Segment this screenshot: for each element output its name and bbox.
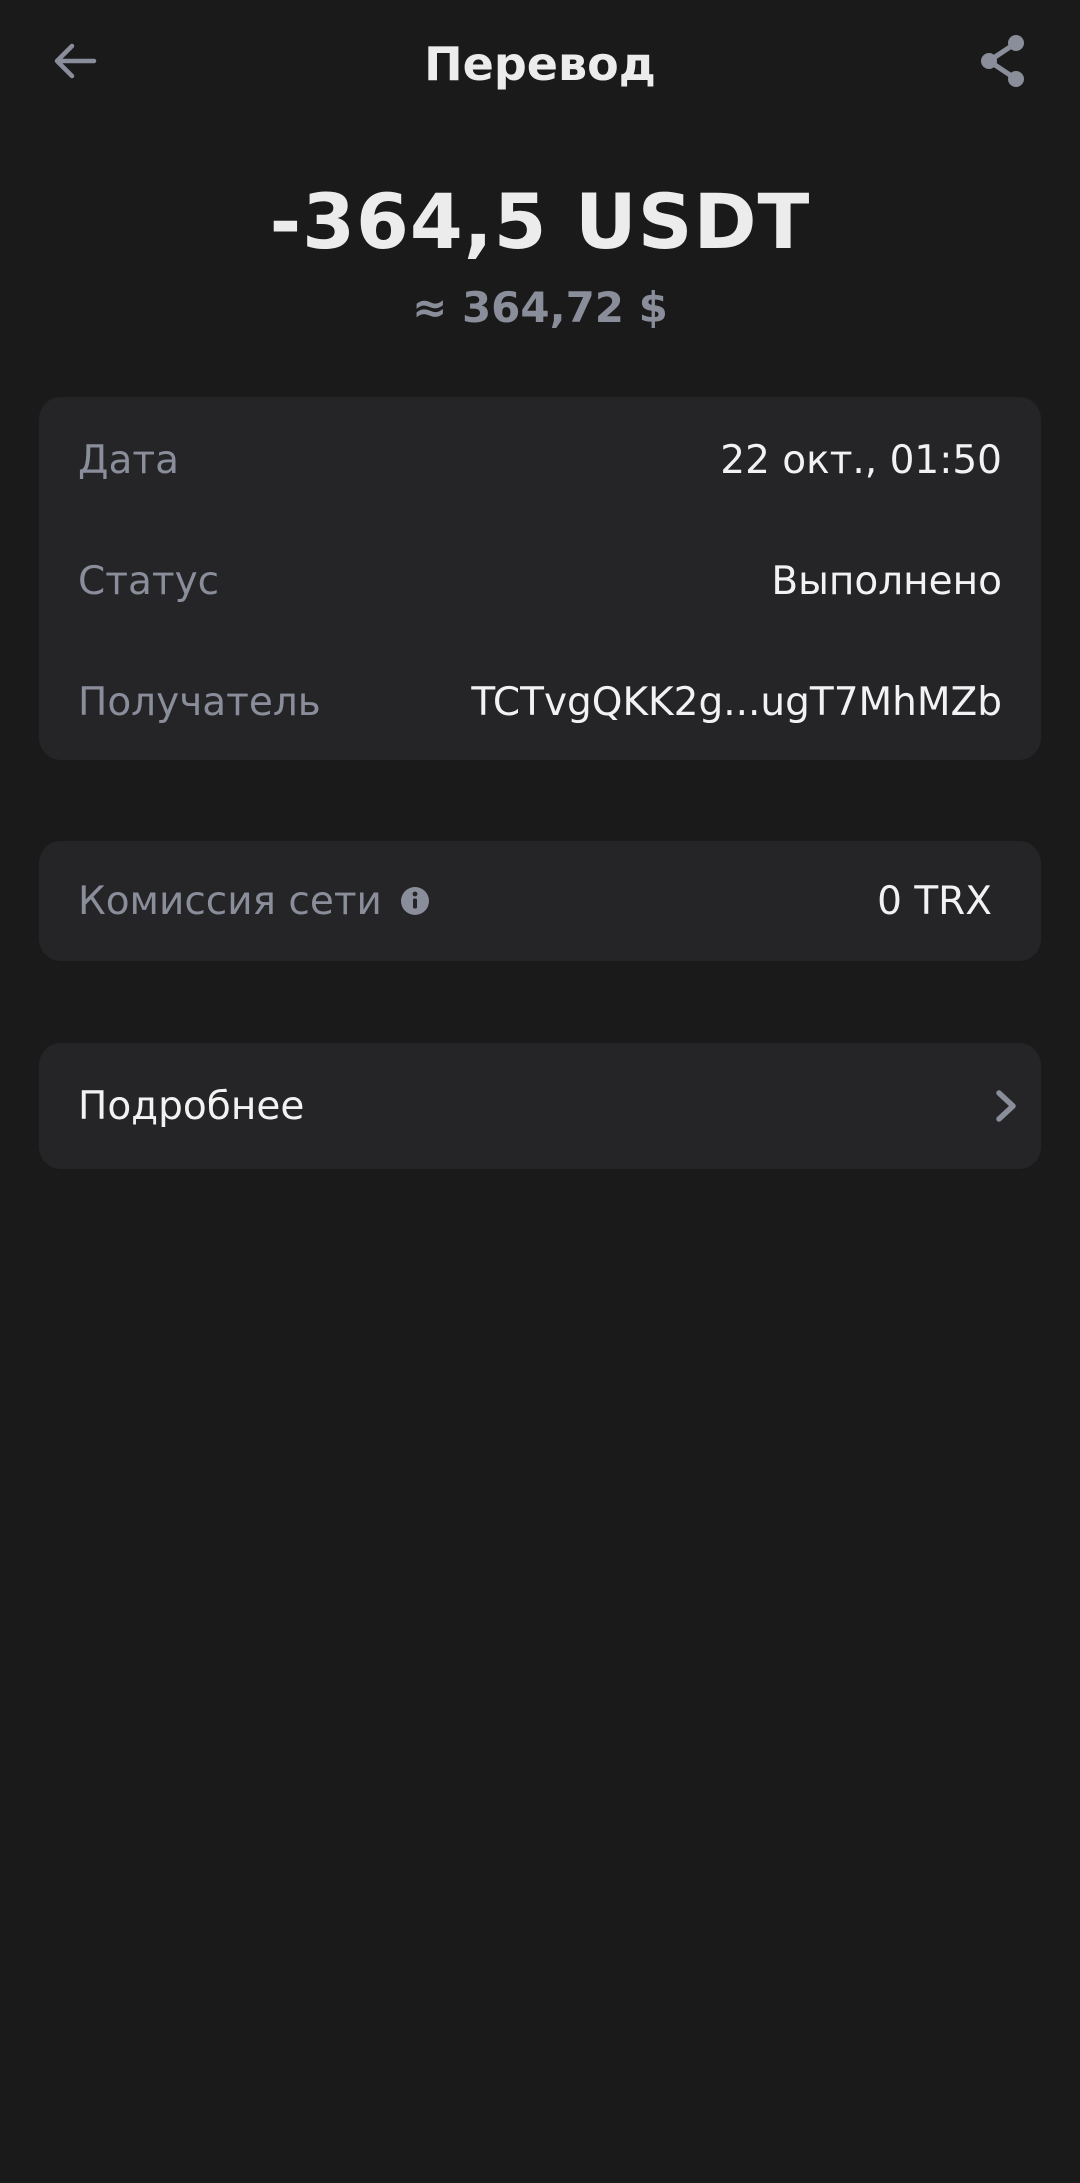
page-title: Перевод bbox=[424, 37, 656, 91]
network-fee-card: Комиссия сети 0 TRX bbox=[39, 841, 1041, 961]
status-label: Статус bbox=[78, 558, 220, 604]
more-label: Подробнее bbox=[78, 1083, 305, 1129]
more-row: Подробнее bbox=[78, 1076, 1022, 1136]
detail-row-recipient[interactable]: Получатель TCTvgQKK2g...ugT7MhMZb bbox=[78, 672, 1002, 732]
detail-row-date: Дата 22 окт., 01:50 bbox=[78, 430, 1002, 490]
share-icon bbox=[981, 35, 1024, 87]
transfer-amount: -364,5 USDT bbox=[269, 177, 811, 266]
detail-row-status: Статус Выполнено bbox=[78, 551, 1002, 611]
date-label: Дата bbox=[78, 437, 179, 483]
recipient-label: Получатель bbox=[78, 679, 321, 725]
fee-label-group: Комиссия сети bbox=[78, 879, 432, 924]
fee-label: Комиссия сети bbox=[78, 878, 382, 924]
top-bar: Перевод bbox=[0, 0, 1080, 130]
chevron-right-icon bbox=[996, 1090, 1016, 1122]
share-button[interactable] bbox=[968, 26, 1038, 96]
more-details-button[interactable]: Подробнее bbox=[39, 1043, 1041, 1169]
fiat-equivalent: ≈ 364,72 $ bbox=[412, 283, 668, 332]
info-icon[interactable] bbox=[398, 884, 432, 918]
status-value: Выполнено bbox=[771, 558, 1002, 604]
recipient-address[interactable]: TCTvgQKK2g...ugT7MhMZb bbox=[471, 680, 1002, 725]
date-value: 22 окт., 01:50 bbox=[720, 437, 1002, 483]
fee-row: Комиссия сети 0 TRX bbox=[78, 871, 992, 931]
fee-value: 0 TRX bbox=[877, 878, 992, 924]
transaction-details-card: Дата 22 окт., 01:50 Статус Выполнено Пол… bbox=[39, 397, 1041, 760]
